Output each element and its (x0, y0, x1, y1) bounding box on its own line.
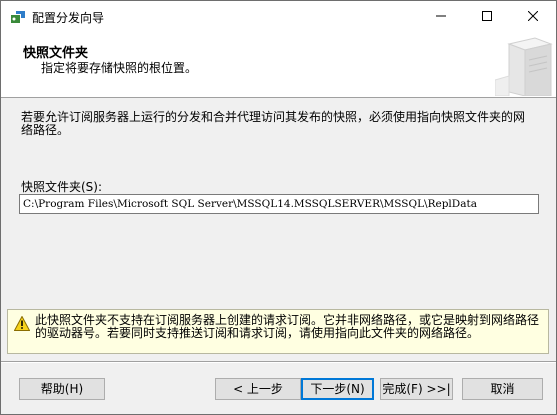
maximize-icon (482, 10, 492, 24)
description-text: 若要允许订阅服务器上运行的分发和合并代理访问其发布的快照，必须使用指向快照文件夹… (21, 110, 526, 137)
cancel-button[interactable]: 取消 (462, 378, 543, 400)
next-button[interactable]: 下一步(N) (301, 378, 374, 400)
warning-text: 此快照文件夹不支持在订阅服务器上创建的请求订阅。它并非网络路径，或它是映射到网络… (35, 313, 540, 340)
title-bar: 配置分发向导 (1, 1, 556, 32)
warning-panel: 此快照文件夹不支持在订阅服务器上创建的请求订阅。它并非网络路径，或它是映射到网络… (7, 309, 549, 354)
help-button[interactable]: 帮助(H) (19, 378, 105, 400)
wizard-window: 配置分发向导 快照文件夹 指定将要存储快照的根位置。 若要允许订阅服务器上运行的… (0, 0, 557, 415)
wizard-header: 快照文件夹 指定将要存储快照的根位置。 (1, 32, 556, 98)
wizard-app-icon (10, 9, 26, 25)
warning-icon (13, 315, 31, 331)
server-tower-icon (494, 36, 553, 97)
back-button[interactable]: < 上一步 (215, 378, 301, 400)
page-subtitle: 指定将要存储快照的根位置。 (41, 61, 198, 75)
snapshot-folder-input[interactable]: C:\Program Files\Microsoft SQL Server\MS… (19, 194, 539, 214)
close-button[interactable] (510, 1, 556, 32)
snapshot-folder-label: 快照文件夹(S): (21, 180, 103, 194)
maximize-button[interactable] (464, 1, 510, 32)
close-icon (527, 10, 539, 24)
button-divider (1, 361, 556, 363)
window-title: 配置分发向导 (32, 11, 105, 25)
finish-button[interactable]: 完成(F) >>| (380, 378, 453, 400)
minimize-icon (436, 10, 446, 24)
minimize-button[interactable] (418, 1, 464, 32)
